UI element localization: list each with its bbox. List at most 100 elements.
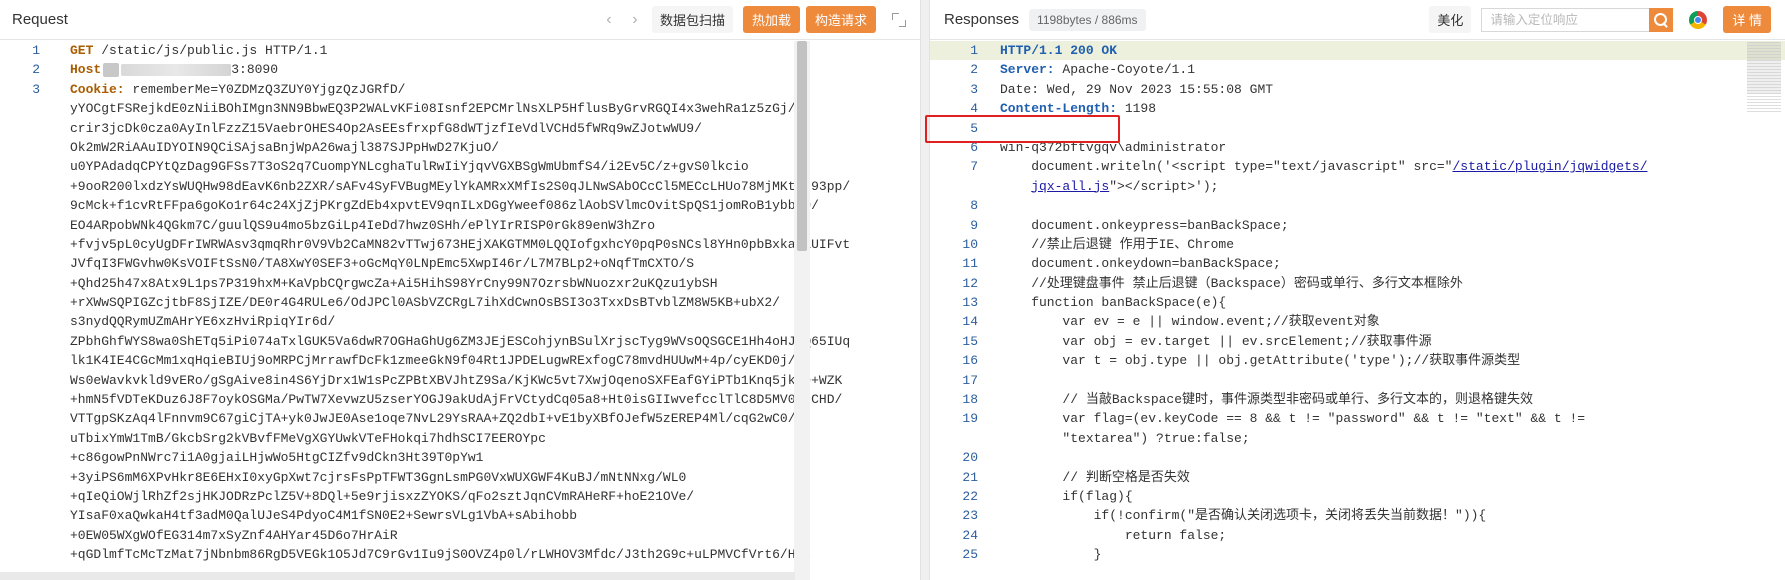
code-text: function banBackSpace(e){	[1000, 295, 1227, 311]
code-line: VTTgpSKzAq4lFnnvm9C67giCjTA+yk0JwJE0Ase1…	[0, 409, 920, 428]
fullscreen-icon[interactable]	[888, 9, 910, 31]
request-editor[interactable]: 1 GET /static/js/public.js HTTP/1.1 2 Ho…	[0, 41, 920, 580]
cookie-value: +fvjv5pL0cyUgDFrIWRWAsv3qmqRhr0V9Vb2CaMN…	[70, 236, 851, 252]
packet-scan-button[interactable]: 数据包扫描	[651, 6, 733, 33]
code-line: +hmN5fVDTeKDuz6J8F7oykOSGMa/PwTW7XevwzU5…	[0, 390, 920, 409]
code-line: 3 Cookie: rememberMe=Y0ZDMzQ3ZUY0YjgzQzJ…	[0, 80, 920, 99]
code-line: lk1K4IE4CGcMm1xqHqieBIUj9oMRPCjMrrawfDcF…	[0, 351, 920, 370]
request-horizontal-scrollbar[interactable]	[0, 572, 795, 580]
beautify-button[interactable]: 美化	[1429, 6, 1472, 33]
line-number: 15	[962, 333, 978, 349]
code-line: JVfqI3FWGvhw0KsVOIFtSsN0/TA8XwY0SEF3+oGc…	[0, 254, 920, 273]
cookie-value: Ok2mW2RiAAuIDYOIN9QCiSAjsaBnjWpA26wajl38…	[70, 139, 500, 155]
request-scroll-thumb[interactable]	[797, 41, 807, 251]
next-arrow-icon[interactable]: ›	[622, 11, 648, 29]
cookie-value: YIsaF0xaQwkaH4tf3adM0QalUJeS4PdyoC4M1fSN…	[70, 508, 578, 524]
code-text: document.writeln('<script type="text/jav…	[1000, 159, 1453, 175]
pane-divider[interactable]	[920, 0, 930, 580]
code-line: +Qhd25h47x8Atx9L1ps7P319hxM+KaVpbCQrgwcZ…	[0, 274, 920, 293]
line-number	[0, 157, 40, 176]
code-line: YIsaF0xaQwkaH4tf3adM0QalUJeS4PdyoC4M1fSN…	[0, 506, 920, 525]
line-number	[930, 177, 978, 196]
cookie-continuation: yYOCgtFSRejkdE0zNiiBOhIMgn3NN9BbwEQ3P2WA…	[0, 99, 920, 564]
line-number: 1	[32, 43, 40, 58]
code-line: 4 Content-Length: 1198	[930, 99, 1785, 118]
cookie-value: +hmN5fVDTeKDuz6J8F7oykOSGMa/PwTW7XevwzU5…	[70, 392, 843, 408]
code-text: // 当敲Backspace键时，事件源类型非密码或单行、多行文本的，则退格键失…	[1000, 392, 1534, 408]
header-value: Apache-Coyote/1.1	[1054, 62, 1196, 78]
code-line: +9ooR200lxdzYsWUQHw98dEavK6nb2ZXR/sAFv4S…	[0, 177, 920, 196]
minimap[interactable]	[1747, 42, 1781, 112]
line-number: 19	[962, 411, 978, 427]
code-line: 3 Date: Wed, 29 Nov 2023 15:55:08 GMT	[930, 80, 1785, 99]
code-line: 21 // 判断空格是否失效	[930, 468, 1785, 487]
code-line: s3nydQQRymUZmAHrYE6xzHviRpiqYIr6d/	[0, 312, 920, 331]
code-text: var obj = ev.target || ev.srcElement;//获…	[1000, 333, 1432, 349]
cookie-value: +0EW05WXgWOfEG314m7xSyZnf4AHYar45D6o7HrA…	[70, 527, 398, 543]
line-number	[0, 390, 40, 409]
line-number	[0, 138, 40, 157]
header-key: Host	[70, 62, 102, 78]
line-number: 10	[962, 236, 978, 252]
build-request-button[interactable]: 构造请求	[805, 6, 876, 33]
code-line: uTbixYmW1TmB/GkcbSrg2kVBvfFMeVgXGYUwkVTe…	[0, 429, 920, 448]
code-text: //禁止后退键 作用于IE、Chrome	[1000, 236, 1235, 252]
locate-response-input[interactable]	[1481, 7, 1650, 32]
script-src-link[interactable]: jqx-all.js	[1031, 179, 1109, 194]
code-line: 9 document.onkeypress=banBackSpace;	[930, 216, 1785, 235]
line-number: 8	[970, 198, 978, 214]
header-value: 1198	[1117, 101, 1157, 117]
code-line: 1 GET /static/js/public.js HTTP/1.1	[0, 41, 920, 60]
line-number: 21	[962, 469, 978, 485]
line-number	[0, 196, 40, 215]
response-header: Responses 1198bytes / 886ms 美化 详 情	[930, 0, 1785, 40]
chrome-icon[interactable]	[1689, 10, 1708, 29]
cookie-value: u0YPAdadqCPYtQzDag9GFSs7T3oS2q7CuompYNLc…	[70, 159, 749, 175]
code-text: document.onkeydown=banBackSpace;	[1000, 256, 1281, 272]
line-number	[0, 506, 40, 525]
code-text: var ev = e || window.event;//获取event对象	[1000, 314, 1380, 330]
code-line: 23 if(!confirm("是否确认关闭选项卡，关闭将丢失当前数据！")){	[930, 506, 1785, 525]
request-header: Request ‹ › 数据包扫描 热加载 构造请求	[0, 0, 920, 40]
line-number	[0, 177, 40, 196]
line-number	[0, 312, 40, 331]
header-key: Content-Length:	[1000, 101, 1118, 117]
code-line: 17	[930, 371, 1785, 390]
line-number: 3	[32, 81, 40, 97]
code-line: 18 // 当敲Backspace键时，事件源类型非密码或单行、多行文本的，则退…	[930, 390, 1785, 409]
cookie-value: Ws0eWavkvkld9vERo/gSgAive8in4S6YjDrx1W1s…	[70, 372, 843, 388]
hot-load-button[interactable]: 热加载	[742, 6, 800, 33]
code-line: 7 document.writeln('<script type="text/j…	[930, 157, 1785, 176]
script-src-link[interactable]: /static/plugin/jqwidgets/	[1452, 159, 1647, 174]
cookie-value: uTbixYmW1TmB/GkcbSrg2kVBvfFMeVgXGYUwkVTe…	[70, 430, 546, 446]
line-number: 25	[962, 547, 978, 563]
response-editor[interactable]: 1 HTTP/1.1 200 OK 2 Server: Apache-Coyote/1…	[930, 41, 1785, 580]
line-number	[0, 216, 40, 235]
line-number	[0, 409, 40, 428]
line-number	[0, 487, 40, 506]
line-number	[0, 468, 40, 487]
line-number: 14	[962, 314, 978, 330]
details-button[interactable]: 详 情	[1723, 6, 1771, 33]
cookie-value: +c86gowPnNWrc7i1A0gjaiLHjwWo5HtgCIZfv9dC…	[70, 450, 484, 466]
line-number: 23	[962, 508, 978, 524]
code-line: +qIeQiOWjlRhZf2sjHKJODRzPclZ5V+8DQl+5e9r…	[0, 487, 920, 506]
code-line: 8	[930, 196, 1785, 215]
request-line: /static/js/public.js HTTP/1.1	[93, 43, 328, 58]
code-line: 9cMck+f1cvRtFFpa6goKo1r64c24XjZjPKrgZdEb…	[0, 196, 920, 215]
host-port: 3:8090	[231, 62, 279, 78]
prev-arrow-icon[interactable]: ‹	[596, 11, 622, 29]
cookie-value: ZPbhGhfWYS8wa0ShETq5iPi074aTxlGUK5Va6dwR…	[70, 333, 851, 349]
request-scrollbar[interactable]	[794, 41, 810, 580]
code-text: if(!confirm("是否确认关闭选项卡，关闭将丢失当前数据！")){	[1000, 508, 1487, 524]
response-title: Responses	[944, 11, 1020, 28]
code-text: }	[1000, 547, 1102, 563]
code-line: 5	[930, 119, 1785, 138]
code-line: +0EW05WXgWOfEG314m7xSyZnf4AHYar45D6o7HrA…	[0, 526, 920, 545]
search-icon[interactable]	[1649, 7, 1674, 32]
cookie-value: s3nydQQRymUZmAHrYE6xzHviRpiqYIr6d/	[70, 314, 336, 330]
code-line: Ws0eWavkvkld9vERo/gSgAive8in4S6YjDrx1W1s…	[0, 371, 920, 390]
line-number	[0, 351, 40, 370]
line-number	[0, 448, 40, 467]
code-line: 12 //处理键盘事件 禁止后退键（Backspace）密码或单行、多行文本框除…	[930, 274, 1785, 293]
